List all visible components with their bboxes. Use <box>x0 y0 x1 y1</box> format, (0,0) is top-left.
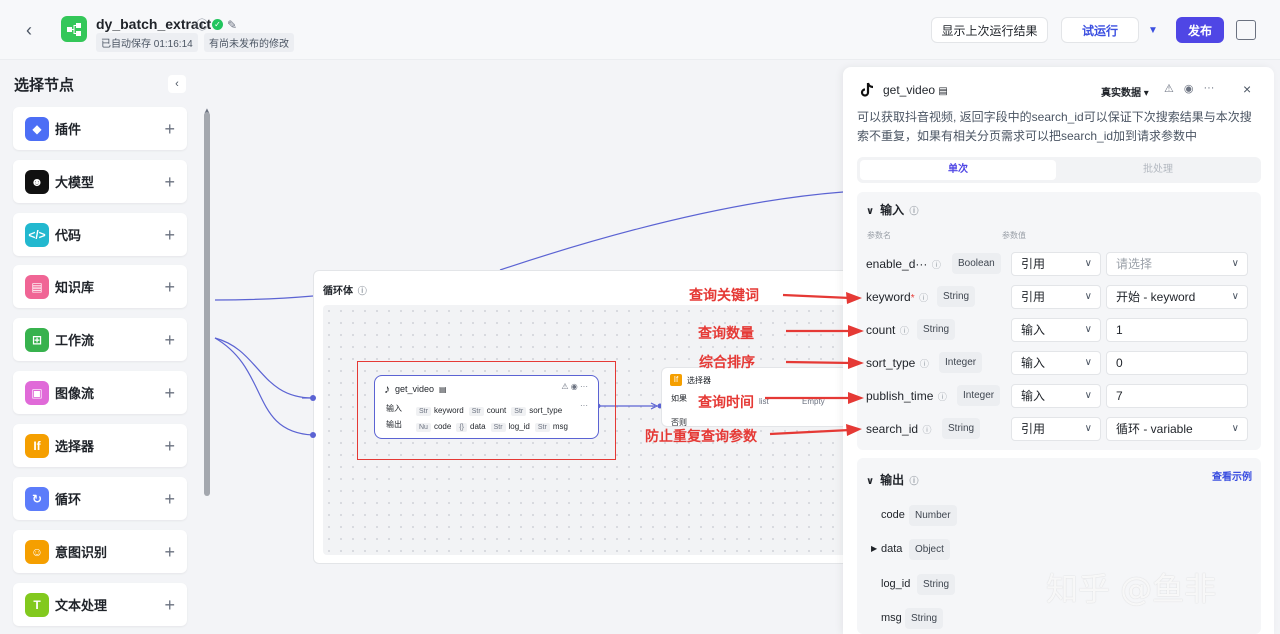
watermark: 知乎 @鱼非 <box>1046 570 1217 608</box>
annotation-arrows <box>765 292 864 436</box>
